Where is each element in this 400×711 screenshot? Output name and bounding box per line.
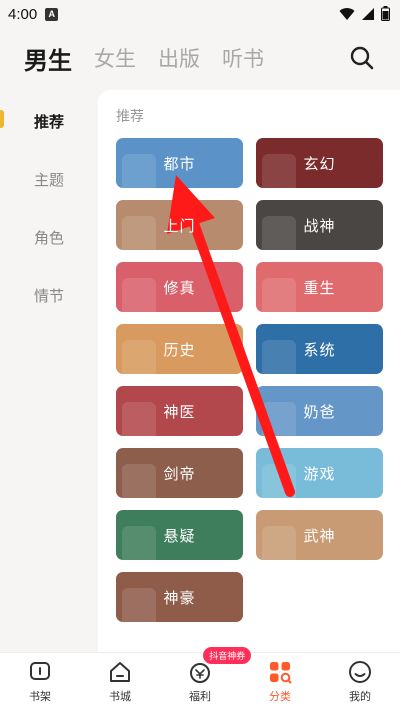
- tab-publish[interactable]: 出版: [158, 43, 200, 73]
- nav-label: 我的: [349, 690, 371, 703]
- category-label: 玄幻: [303, 154, 336, 173]
- category-label: 重生: [303, 278, 336, 297]
- category-card-xitong[interactable]: 系统: [256, 324, 383, 374]
- side-item-role[interactable]: 角色: [0, 208, 98, 266]
- category-label: 修真: [163, 278, 196, 297]
- category-card-youxi[interactable]: 游戏: [256, 448, 383, 498]
- house-icon: [110, 662, 130, 682]
- smile-face-icon: [349, 661, 371, 683]
- tab-audiobook[interactable]: 听书: [222, 43, 264, 73]
- category-label: 上门: [163, 216, 196, 235]
- category-label: 战神: [303, 216, 336, 235]
- nav-label: 书城: [109, 690, 131, 703]
- category-card-wushen[interactable]: 武神: [256, 510, 383, 560]
- side-item-plot[interactable]: 情节: [0, 266, 98, 324]
- nav-category[interactable]: 分类: [240, 653, 320, 711]
- search-icon[interactable]: [348, 44, 376, 72]
- category-card-xuanyi[interactable]: 悬疑: [116, 510, 243, 560]
- tab-male[interactable]: 男生: [24, 41, 72, 76]
- category-card-zhanshen[interactable]: 战神: [256, 200, 383, 250]
- category-label: 游戏: [303, 464, 336, 483]
- side-item-theme[interactable]: 主题: [0, 150, 98, 208]
- category-label: 系统: [303, 340, 336, 359]
- signal-icon: [362, 7, 374, 20]
- category-card-naiba[interactable]: 奶爸: [256, 386, 383, 436]
- panel-title: 推荐: [116, 109, 144, 125]
- nav-welfare[interactable]: 抖音神券 福利: [160, 647, 252, 711]
- nav-label: 分类: [269, 690, 291, 703]
- category-label: 悬疑: [163, 526, 196, 545]
- nav-label: 福利: [189, 690, 211, 703]
- category-panel: 推荐 都市 玄幻 上门 战神 修真 重生 历史 系统 神医 奶爸 剑帝 游戏 悬…: [98, 90, 400, 652]
- nav-bookshelf[interactable]: 书架: [0, 653, 80, 711]
- category-card-xuanhuan[interactable]: 玄幻: [256, 138, 383, 188]
- notification-app-icon: A: [45, 7, 59, 21]
- category-label: 武神: [303, 526, 336, 545]
- category-label: 神医: [163, 402, 196, 421]
- bottom-nav: 书架 书城 抖音神券 福利 分类 我的: [0, 647, 400, 711]
- category-card-jiandi[interactable]: 剑帝: [116, 448, 243, 498]
- category-label: 奶爸: [303, 402, 336, 421]
- category-grid-icon: [270, 662, 292, 684]
- nav-bookstore[interactable]: 书城: [80, 653, 160, 711]
- side-item-recommend[interactable]: 推荐: [0, 92, 98, 150]
- wifi-icon: [339, 7, 355, 20]
- category-card-xiuzhen[interactable]: 修真: [116, 262, 243, 312]
- tab-female[interactable]: 女生: [94, 43, 136, 73]
- category-card-lishi[interactable]: 历史: [116, 324, 243, 374]
- category-label: 历史: [163, 340, 196, 359]
- category-label: 神豪: [163, 588, 196, 607]
- battery-icon: [381, 6, 390, 21]
- category-card-dushi[interactable]: 都市: [116, 138, 243, 188]
- category-label: 剑帝: [163, 464, 196, 483]
- status-time: 4:00: [8, 5, 38, 23]
- nav-label: 书架: [29, 690, 51, 703]
- bookshelf-icon: [30, 662, 50, 680]
- side-nav: 推荐 主题 角色 情节: [0, 92, 98, 324]
- category-card-chongsheng[interactable]: 重生: [256, 262, 383, 312]
- category-card-shenhao[interactable]: 神豪: [116, 572, 243, 622]
- category-label: 都市: [163, 154, 196, 173]
- status-bar: 4:00 A: [0, 0, 400, 28]
- category-card-shangmen[interactable]: 上门: [116, 200, 243, 250]
- top-tabs: 男生 女生 出版 听书: [24, 40, 380, 76]
- category-card-shenyi[interactable]: 神医: [116, 386, 243, 436]
- nav-mine[interactable]: 我的: [320, 653, 400, 711]
